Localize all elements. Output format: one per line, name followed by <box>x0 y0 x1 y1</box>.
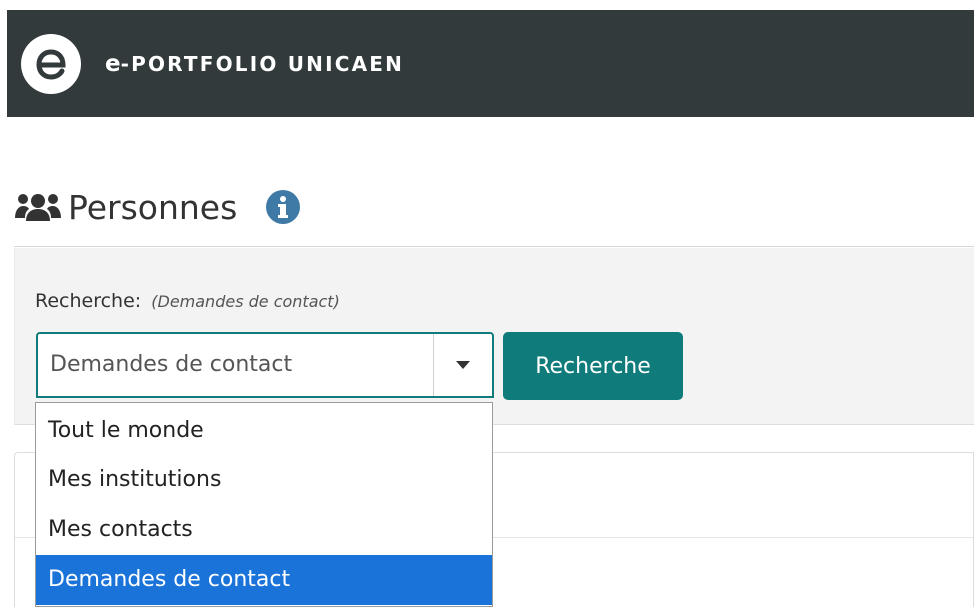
e-logo-icon[interactable] <box>21 33 81 94</box>
top-header: e-PORTFOLIO UNICAEN <box>7 10 974 117</box>
users-icon <box>15 194 61 221</box>
e-logo-glyph <box>36 48 66 80</box>
title-divider <box>14 246 974 247</box>
search-panel: Recherche: (Demandes de contact) Demande… <box>14 248 974 425</box>
filter-options-list: Tout le monde Mes institutions Mes conta… <box>35 402 493 607</box>
option-my-institutions[interactable]: Mes institutions <box>36 455 492 505</box>
search-filter-select[interactable]: Demandes de contact <box>36 332 494 398</box>
option-everyone[interactable]: Tout le monde <box>36 403 492 455</box>
brand-letter: e <box>105 50 121 77</box>
search-button[interactable]: Recherche <box>503 332 683 400</box>
page: e-PORTFOLIO UNICAEN Personnes Recherche:… <box>0 0 974 607</box>
select-current-value: Demandes de contact <box>50 352 293 377</box>
caret-down-icon <box>456 361 470 369</box>
option-my-contacts[interactable]: Mes contacts <box>36 505 492 555</box>
search-hint: (Demandes de contact) <box>151 292 340 311</box>
site-brand[interactable]: e-PORTFOLIO UNICAEN <box>105 51 404 77</box>
page-title-row: Personnes <box>14 182 301 232</box>
brand-name: -PORTFOLIO UNICAEN <box>120 51 405 76</box>
search-label-text: Recherche: <box>35 290 142 312</box>
search-label: Recherche: (Demandes de contact) <box>35 290 340 312</box>
page-title: Personnes <box>68 187 238 227</box>
info-icon[interactable] <box>265 189 301 225</box>
option-contact-requests[interactable]: Demandes de contact <box>36 555 492 605</box>
select-arrow[interactable] <box>433 334 492 396</box>
